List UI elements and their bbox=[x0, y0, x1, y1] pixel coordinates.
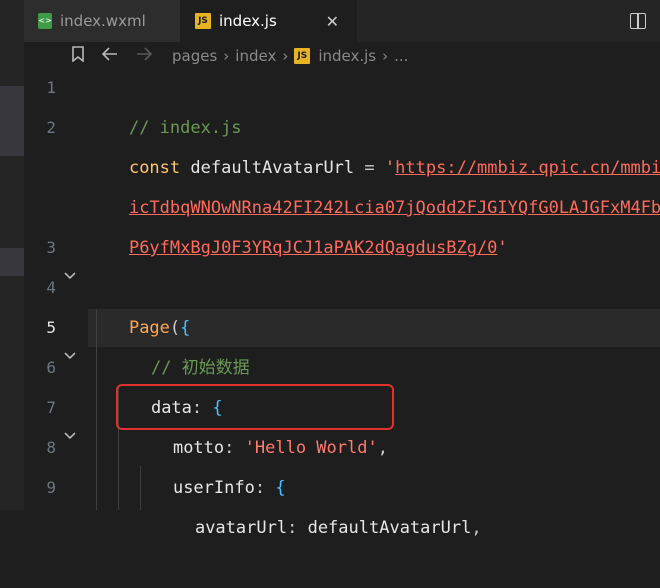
string-quote: ' bbox=[497, 238, 508, 258]
property-key: avatarUrl bbox=[194, 518, 288, 538]
fold-chevron-icon[interactable] bbox=[64, 272, 76, 282]
code-line-1: // index.js bbox=[88, 68, 242, 138]
wxml-file-icon: <> bbox=[38, 13, 52, 29]
identifier: defaultAvatarUrl bbox=[307, 518, 472, 538]
js-file-icon: JS bbox=[294, 48, 311, 64]
comma: , bbox=[377, 438, 388, 458]
explorer-strip bbox=[0, 0, 24, 510]
url-link[interactable]: P6yfMxBgJ0F3YRqJCJ1aPAK2dQagdusBZg/0 bbox=[129, 238, 497, 258]
code-line-2: const defaultAvatarUrl = 'https://mmbiz.… bbox=[88, 108, 660, 178]
explorer-selection bbox=[0, 248, 24, 276]
split-editor-icon[interactable] bbox=[630, 13, 646, 29]
line-number: 3 bbox=[46, 238, 56, 257]
breadcrumb-item-index[interactable]: index bbox=[235, 47, 276, 65]
comma: , bbox=[471, 518, 482, 538]
colon: : bbox=[287, 518, 298, 538]
breadcrumb-item-more[interactable]: ... bbox=[394, 47, 408, 65]
tab-label: index.js bbox=[219, 12, 277, 30]
line-number: 7 bbox=[46, 398, 56, 417]
forward-arrow-icon[interactable] bbox=[136, 47, 153, 65]
tab-bar: <> index.wxml JS index.js ✕ bbox=[24, 0, 660, 42]
breadcrumb: pages › index › JS index.js › ... bbox=[24, 42, 660, 70]
line-number: 4 bbox=[46, 278, 56, 297]
code-line-8: userInfo: { bbox=[132, 428, 286, 498]
chevron-right-icon: › bbox=[223, 47, 230, 65]
breadcrumb-item-pages[interactable]: pages bbox=[172, 47, 217, 65]
line-number: 9 bbox=[46, 478, 56, 497]
line-number: 1 bbox=[46, 78, 56, 97]
back-arrow-icon[interactable] bbox=[101, 47, 118, 65]
breadcrumb-item-file[interactable]: index.js bbox=[318, 47, 376, 65]
line-number: 8 bbox=[46, 438, 56, 457]
line-number-gutter: 1 2 3 4 5 6 7 8 9 bbox=[24, 70, 84, 510]
tab-index-wxml[interactable]: <> index.wxml bbox=[24, 0, 181, 42]
close-icon[interactable]: ✕ bbox=[326, 12, 339, 31]
code-line-2-wrap: icTdbqWNOwNRna42FI242Lcia07jQodd2FJGIYQf… bbox=[88, 148, 660, 218]
chevron-right-icon: › bbox=[382, 47, 389, 65]
tab-label: index.wxml bbox=[60, 12, 146, 30]
code-line-5: // 初始数据 bbox=[110, 308, 250, 378]
code-line-9: avatarUrl: defaultAvatarUrl, bbox=[154, 468, 482, 538]
bookmark-icon[interactable] bbox=[72, 46, 84, 66]
fold-chevron-icon[interactable] bbox=[64, 432, 76, 442]
js-file-icon: JS bbox=[195, 13, 211, 29]
code-line-4: Page({ bbox=[88, 268, 190, 338]
annotation-highlight-box bbox=[116, 384, 394, 430]
line-number: 2 bbox=[46, 118, 56, 137]
line-number: 5 bbox=[46, 318, 56, 337]
code-editor[interactable]: // index.js const defaultAvatarUrl = 'ht… bbox=[88, 68, 660, 538]
code-line-2-wrap: P6yfMxBgJ0F3YRqJCJ1aPAK2dQagdusBZg/0' bbox=[88, 188, 508, 258]
tab-index-js[interactable]: JS index.js ✕ bbox=[181, 0, 357, 42]
code-line-6: data: { bbox=[110, 348, 223, 418]
explorer-selection bbox=[0, 86, 24, 156]
fold-chevron-icon[interactable] bbox=[64, 352, 76, 362]
chevron-right-icon: › bbox=[282, 47, 289, 65]
line-number: 6 bbox=[46, 358, 56, 377]
